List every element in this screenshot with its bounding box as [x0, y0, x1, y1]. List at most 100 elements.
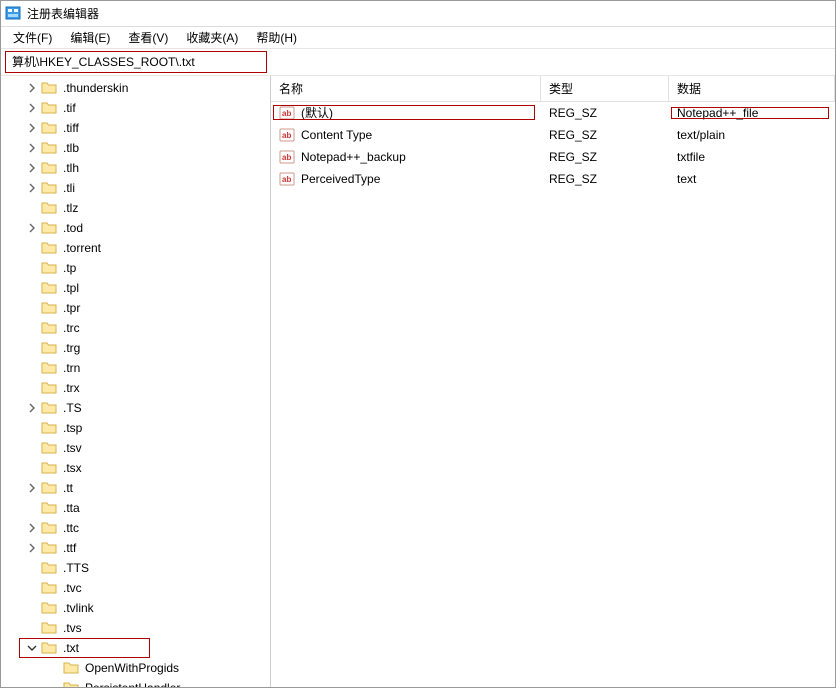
tree-item-label: .tlh	[63, 161, 79, 175]
value-name-cell: ab Notepad++_backup	[271, 149, 541, 165]
tree-item[interactable]: .torrent	[7, 238, 270, 258]
tree-pane[interactable]: .thunderskin.tif.tiff.tlb.tlh.tli.tlz.to…	[1, 76, 271, 687]
tree-item[interactable]: .trg	[7, 338, 270, 358]
tree-item[interactable]: .tvlink	[7, 598, 270, 618]
expander-closed-icon[interactable]	[25, 521, 39, 535]
expander-none	[25, 281, 39, 295]
expander-none	[25, 601, 39, 615]
menu-view[interactable]: 查看(V)	[120, 27, 176, 48]
menu-favorites[interactable]: 收藏夹(A)	[178, 27, 246, 48]
string-value-icon: ab	[279, 171, 295, 187]
tree-item[interactable]: .tpr	[7, 298, 270, 318]
menubar: 文件(F) 编辑(E) 查看(V) 收藏夹(A) 帮助(H)	[1, 27, 835, 49]
tree-item-label: .tp	[63, 261, 76, 275]
tree-item[interactable]: .tlh	[7, 158, 270, 178]
registry-tree: .thunderskin.tif.tiff.tlb.tlh.tli.tlz.to…	[1, 78, 270, 687]
value-row[interactable]: abNotepad++_backupREG_SZtxtfile	[271, 146, 835, 168]
tree-item-label: .tlb	[63, 141, 79, 155]
tree-item[interactable]: .tlb	[7, 138, 270, 158]
expander-closed-icon[interactable]	[25, 181, 39, 195]
expander-open-icon[interactable]	[25, 641, 39, 655]
expander-closed-icon[interactable]	[25, 221, 39, 235]
folder-icon	[41, 200, 57, 216]
value-row[interactable]: abPerceivedTypeREG_SZtext	[271, 168, 835, 190]
list-body[interactable]: ab(默认)REG_SZNotepad++_fileabContent Type…	[271, 102, 835, 687]
folder-icon	[41, 120, 57, 136]
value-row[interactable]: ab(默认)REG_SZNotepad++_file	[271, 102, 835, 124]
expander-none	[25, 441, 39, 455]
tree-item[interactable]: .trc	[7, 318, 270, 338]
expander-closed-icon[interactable]	[25, 401, 39, 415]
tree-item-label: .trn	[63, 361, 80, 375]
menu-edit[interactable]: 编辑(E)	[62, 27, 118, 48]
tree-item[interactable]: .tta	[7, 498, 270, 518]
tree-item[interactable]: .ttc	[7, 518, 270, 538]
tree-item[interactable]: .tpl	[7, 278, 270, 298]
tree-item[interactable]: PersistentHandler	[7, 678, 270, 687]
expander-closed-icon[interactable]	[25, 481, 39, 495]
address-bar[interactable]: 算机\HKEY_CLASSES_ROOT\.txt	[5, 51, 267, 73]
tree-item-label: .txt	[63, 641, 79, 655]
tree-item-label: .tsp	[63, 421, 82, 435]
expander-none	[25, 381, 39, 395]
tree-item[interactable]: .tiff	[7, 118, 270, 138]
folder-icon	[41, 180, 57, 196]
folder-icon	[41, 300, 57, 316]
folder-icon	[41, 360, 57, 376]
column-header-type[interactable]: 类型	[541, 76, 669, 101]
list-header: 名称 类型 数据	[271, 76, 835, 102]
expander-closed-icon[interactable]	[25, 121, 39, 135]
column-header-name[interactable]: 名称	[271, 76, 541, 101]
expander-closed-icon[interactable]	[25, 101, 39, 115]
column-header-data[interactable]: 数据	[669, 76, 835, 101]
tree-item-label: .tsx	[63, 461, 82, 475]
value-row[interactable]: abContent TypeREG_SZtext/plain	[271, 124, 835, 146]
folder-icon	[41, 280, 57, 296]
tree-item[interactable]: OpenWithProgids	[7, 658, 270, 678]
string-value-icon: ab	[279, 127, 295, 143]
tree-item-label: .tvs	[63, 621, 82, 635]
tree-item[interactable]: .txt	[7, 638, 270, 658]
value-name: PerceivedType	[301, 172, 380, 186]
tree-item[interactable]: .trn	[7, 358, 270, 378]
tree-item[interactable]: .tli	[7, 178, 270, 198]
folder-icon	[41, 520, 57, 536]
tree-item[interactable]: .tod	[7, 218, 270, 238]
expander-none	[25, 421, 39, 435]
value-name: Notepad++_backup	[301, 150, 406, 164]
tree-item[interactable]: .tvc	[7, 578, 270, 598]
tree-item[interactable]: .tsx	[7, 458, 270, 478]
tree-item[interactable]: .TS	[7, 398, 270, 418]
expander-closed-icon[interactable]	[25, 81, 39, 95]
tree-item[interactable]: .trx	[7, 378, 270, 398]
folder-icon	[41, 220, 57, 236]
tree-item[interactable]: .tt	[7, 478, 270, 498]
tree-item[interactable]: .TTS	[7, 558, 270, 578]
tree-item[interactable]: .tif	[7, 98, 270, 118]
value-data-cell: text/plain	[669, 128, 835, 142]
tree-item-label: .TS	[63, 401, 82, 415]
value-type-cell: REG_SZ	[541, 106, 669, 120]
menu-help[interactable]: 帮助(H)	[248, 27, 305, 48]
expander-closed-icon[interactable]	[25, 141, 39, 155]
string-value-icon: ab	[279, 149, 295, 165]
titlebar[interactable]: 注册表编辑器	[1, 1, 835, 27]
expander-closed-icon[interactable]	[25, 541, 39, 555]
folder-icon	[41, 580, 57, 596]
tree-item[interactable]: .tp	[7, 258, 270, 278]
tree-item-label: .tpr	[63, 301, 80, 315]
tree-item[interactable]: .ttf	[7, 538, 270, 558]
value-type-cell: REG_SZ	[541, 150, 669, 164]
tree-item[interactable]: .tsp	[7, 418, 270, 438]
svg-text:ab: ab	[282, 131, 291, 140]
tree-item[interactable]: .tvs	[7, 618, 270, 638]
menu-file[interactable]: 文件(F)	[5, 27, 60, 48]
tree-item[interactable]: .tsv	[7, 438, 270, 458]
tree-item[interactable]: .tlz	[7, 198, 270, 218]
tree-item[interactable]: .thunderskin	[7, 78, 270, 98]
expander-none	[25, 581, 39, 595]
expander-closed-icon[interactable]	[25, 161, 39, 175]
tree-item-label: .tli	[63, 181, 75, 195]
tree-item-label: .tsv	[63, 441, 82, 455]
folder-icon	[41, 480, 57, 496]
